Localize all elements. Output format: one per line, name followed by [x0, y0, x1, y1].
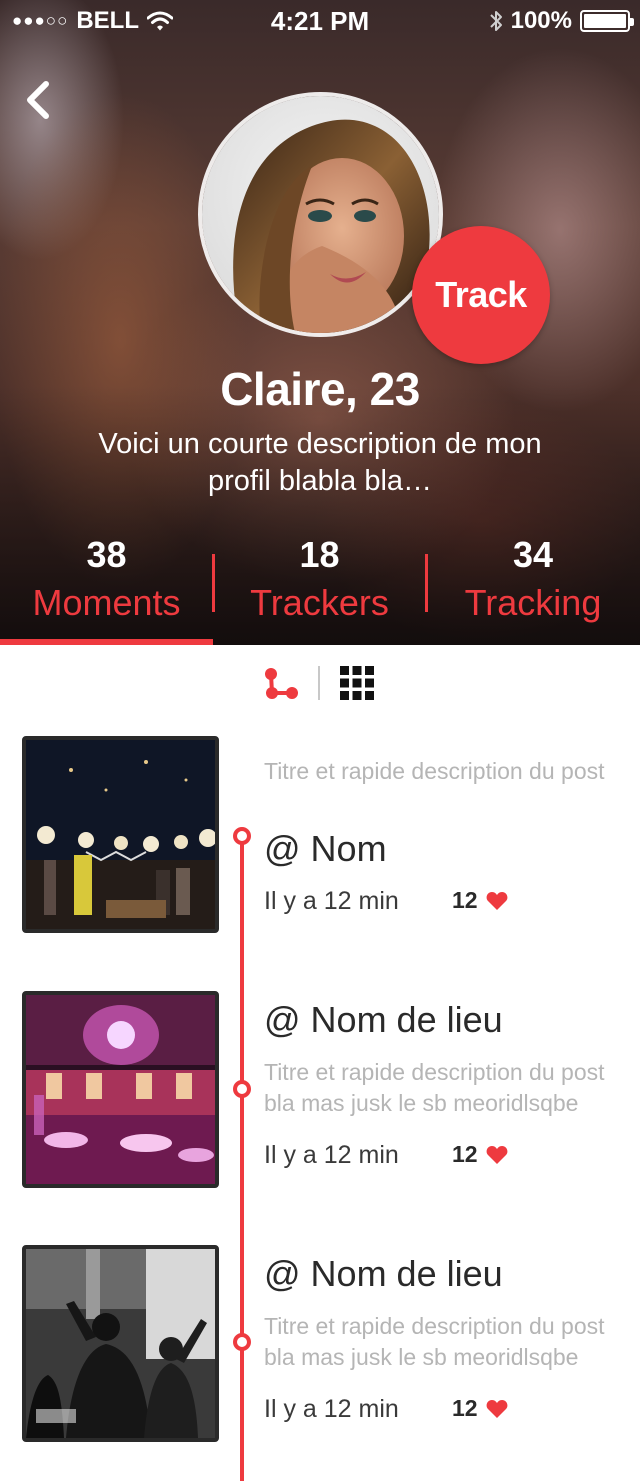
lanterns-party-photo [26, 740, 215, 929]
trackers-count: 18 [299, 534, 340, 575]
profile-name: Claire, 23 [220, 363, 420, 415]
post-description: Titre et rapide description du post bla … [264, 1313, 605, 1370]
tab-tracking[interactable]: 34 Tracking [426, 530, 640, 645]
active-tab-indicator [0, 639, 213, 645]
tracking-count: 34 [512, 534, 554, 575]
post-description: Titre et rapide description du post bla … [264, 1059, 605, 1116]
toggle-divider [318, 666, 320, 700]
profile-header: ●●●○○ BELL 4:21 PM 100% Track Claire, 23… [0, 0, 640, 645]
post-likes[interactable]: 12 [452, 887, 508, 914]
avatar-photo [202, 96, 439, 333]
post-item: @ Nom de lieu Titre et rapide descriptio… [0, 1245, 640, 1445]
post-thumbnail[interactable] [22, 736, 219, 933]
grid-view-icon[interactable] [338, 664, 376, 702]
status-bar: ●●●○○ BELL 4:21 PM 100% [0, 0, 640, 40]
post-item: Titre et rapide description du post @ No… [0, 736, 640, 936]
heart-icon [486, 1145, 508, 1164]
timeline-dot [233, 1333, 251, 1351]
timeline-view-icon[interactable] [262, 664, 300, 702]
concert-bw-photo [26, 1249, 215, 1438]
post-time: Il y a 12 min [264, 1395, 399, 1423]
post-time: Il y a 12 min [264, 887, 399, 915]
tab-trackers[interactable]: 18 Trackers [213, 530, 426, 645]
post-title[interactable]: @ Nom de lieu [264, 1253, 503, 1295]
stats-tabs: 38 Moments 18 Trackers 34 Tracking [0, 530, 640, 645]
likes-count: 12 [452, 887, 478, 913]
track-button[interactable]: Track [412, 226, 550, 364]
status-right: 100% [489, 7, 634, 35]
moments-label: Moments [32, 582, 181, 623]
post-item: @ Nom de lieu Titre et rapide descriptio… [0, 991, 640, 1191]
tracking-label: Tracking [464, 582, 602, 623]
heart-icon [486, 1399, 508, 1418]
moments-count: 38 [86, 534, 127, 575]
track-button-label: Track [435, 274, 527, 315]
avatar[interactable] [198, 92, 443, 337]
post-likes[interactable]: 12 [452, 1395, 508, 1422]
battery-tip [630, 18, 634, 26]
post-description: Titre et rapide description du post [264, 758, 605, 784]
profile-description: Voici un courte description de mon profi… [98, 428, 542, 497]
tab-moments[interactable]: 38 Moments [0, 530, 213, 645]
post-title[interactable]: @ Nom [264, 828, 387, 870]
heart-icon [486, 891, 508, 910]
trackers-label: Trackers [250, 582, 389, 623]
post-title[interactable]: @ Nom de lieu [264, 999, 503, 1041]
battery-icon [580, 10, 634, 32]
timeline-dot [233, 1080, 251, 1098]
back-chevron-icon[interactable] [16, 72, 64, 128]
post-thumbnail[interactable] [22, 991, 219, 1188]
likes-count: 12 [452, 1141, 478, 1167]
bluetooth-icon [489, 11, 502, 31]
ballroom-photo [26, 995, 215, 1184]
battery-fill [584, 14, 626, 28]
battery-percent: 100% [510, 7, 572, 34]
post-likes[interactable]: 12 [452, 1141, 508, 1168]
timeline-dot [233, 827, 251, 845]
post-time: Il y a 12 min [264, 1141, 399, 1169]
view-toggle [0, 660, 640, 706]
likes-count: 12 [452, 1395, 478, 1421]
post-thumbnail[interactable] [22, 1245, 219, 1442]
